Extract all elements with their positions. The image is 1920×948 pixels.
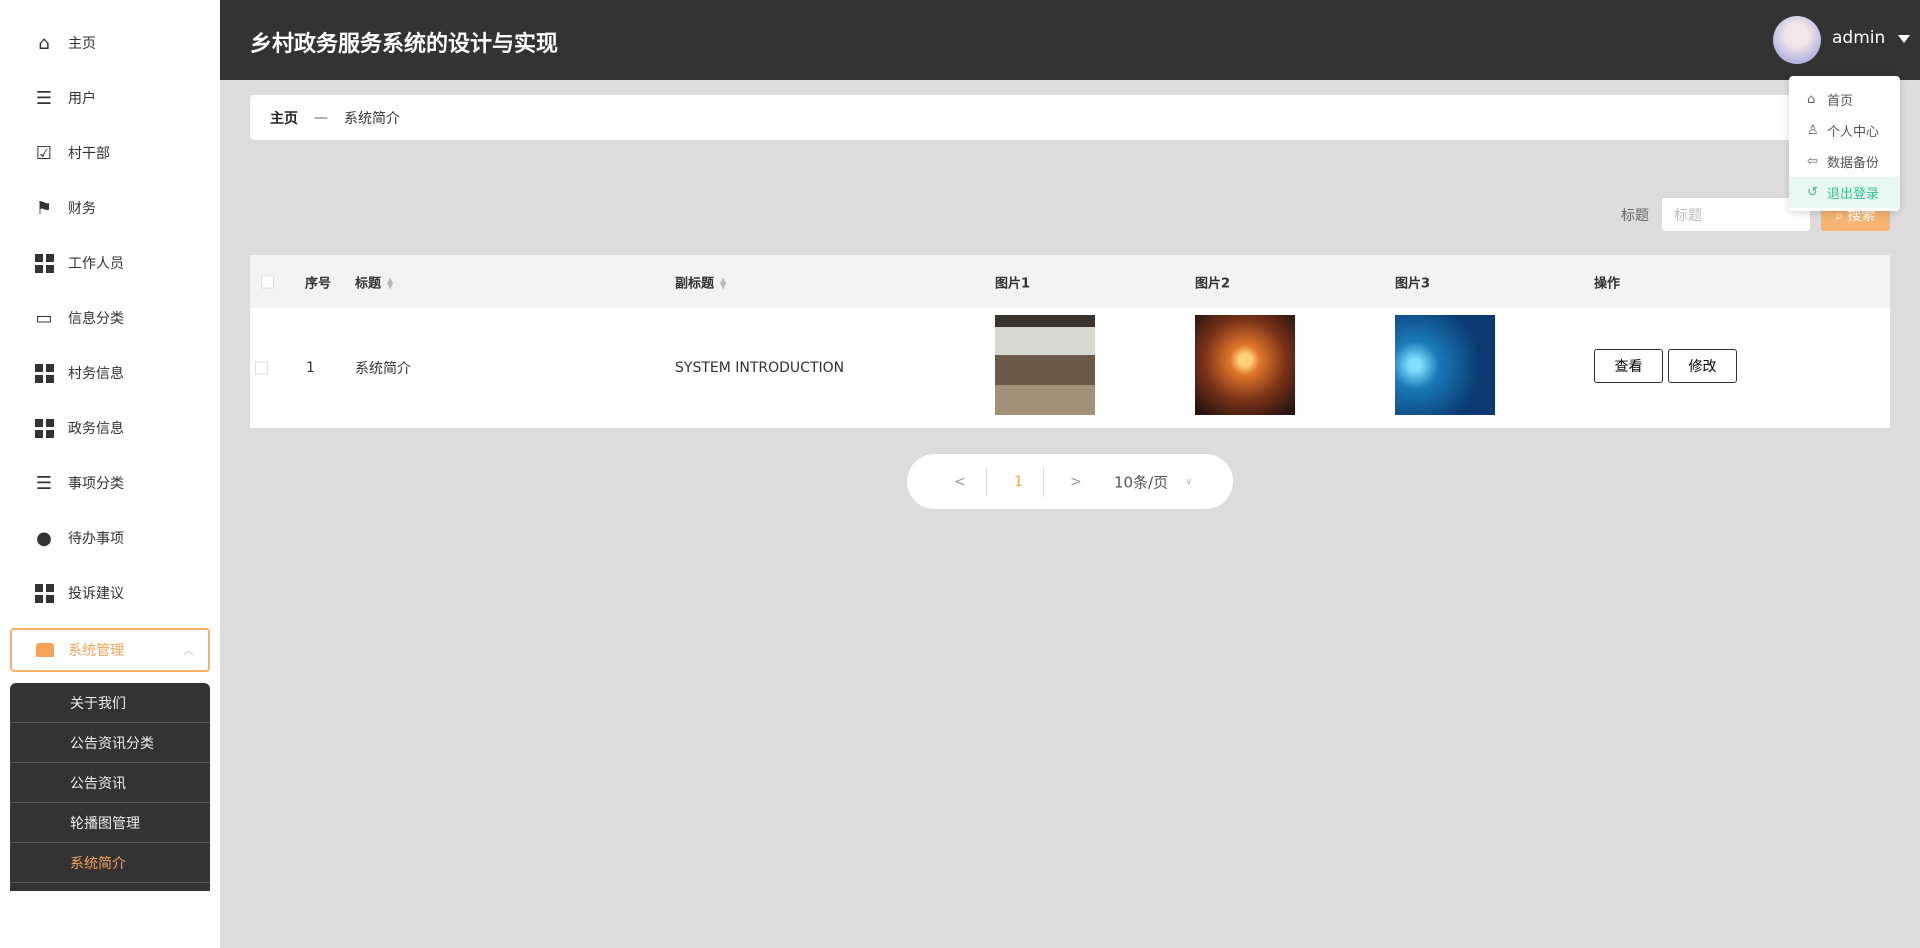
sidebar-item-10[interactable]: 投诉建议	[0, 571, 220, 615]
edit-button[interactable]: 修改	[1668, 349, 1737, 383]
submenu-item-carousel[interactable]: 轮播图管理	[10, 803, 210, 843]
sidebar-item-4[interactable]: 工作人员	[0, 241, 220, 285]
select-all-checkbox[interactable]	[261, 275, 274, 288]
menu-item-logout[interactable]: ↺ 退出登录	[1789, 177, 1900, 208]
grid-icon	[33, 582, 55, 604]
user-icon: ♙	[1807, 123, 1819, 138]
breadcrumb-separator: —	[314, 109, 328, 126]
header-image2: 图片2	[1195, 276, 1231, 291]
sidebar-item-6[interactable]: 村务信息	[0, 351, 220, 395]
row-checkbox[interactable]	[255, 361, 268, 375]
user-dropdown-menu: ⌂ 首页 ♙ 个人中心 ⇦ 数据备份 ↺ 退出登录	[1789, 76, 1900, 211]
menu-item-label: 退出登录	[1827, 187, 1880, 202]
avatar[interactable]	[1773, 16, 1821, 64]
page-size-select[interactable]: 10条/页	[1114, 471, 1168, 492]
header-image1: 图片1	[995, 276, 1031, 291]
sidebar-item-label: 政务信息	[68, 421, 124, 437]
grid-icon	[33, 252, 55, 274]
flag-icon: ⚑	[35, 197, 53, 219]
chevron-up-icon: ︿	[183, 644, 194, 657]
home-icon: ⌂	[1807, 92, 1816, 107]
sidebar-item-label: 村务信息	[68, 366, 124, 382]
sidebar: ⌂ 主页 ☰ 用户 ☑ 村干部 ⚑ 财务工作人员 ▭ 信息分类村务信息政务信息 ☰ 事项分类 ● 待办事项…	[0, 0, 220, 948]
image3-thumbnail[interactable]	[1395, 315, 1495, 415]
menu-item-home[interactable]: ⌂ 首页	[1789, 84, 1900, 115]
view-button[interactable]: 查看	[1594, 349, 1663, 383]
sidebar-item-label: 工作人员	[68, 256, 124, 272]
prev-page-button[interactable]: <	[954, 474, 966, 490]
image1-thumbnail[interactable]	[995, 315, 1095, 415]
submenu-item-news[interactable]: 公告资讯	[10, 763, 210, 803]
sidebar-item-1[interactable]: ☰ 用户	[0, 76, 220, 120]
header-subtitle[interactable]: 副标题 ▲ ▼	[675, 272, 726, 291]
sidebar-item-label: 投诉建议	[68, 586, 124, 602]
breadcrumb-home[interactable]: 主页	[270, 108, 298, 128]
menu-item-label: 数据备份	[1827, 156, 1880, 171]
search-label: 标题	[1621, 208, 1649, 224]
chevron-down-icon[interactable]: ∨	[1185, 476, 1192, 487]
header-image3: 图片3	[1395, 276, 1431, 291]
menu-item-profile[interactable]: ♙ 个人中心	[1789, 115, 1900, 146]
submenu-item-about[interactable]: 关于我们	[10, 683, 210, 723]
username[interactable]: admin	[1832, 28, 1885, 48]
sort-icon[interactable]: ▲ ▼	[387, 276, 393, 290]
cell-subtitle: SYSTEM INTRODUCTION	[675, 360, 845, 376]
submenu-item-system-intro[interactable]: 系统简介	[10, 843, 210, 883]
grid-icon	[33, 362, 55, 384]
header-index: 序号	[305, 276, 332, 291]
data-table: 序号 标题 ▲ ▼ 副标题 ▲ ▼ 图片1 图片2 图片3 操作 1 系统简介 SYST…	[250, 255, 1890, 428]
arrow-left-icon: ⇦	[1807, 154, 1818, 169]
image2-thumbnail[interactable]	[1195, 315, 1295, 415]
home-icon: ⌂	[38, 32, 50, 54]
sidebar-item-0[interactable]: ⌂ 主页	[0, 21, 220, 65]
sidebar-item-label: 系统管理	[68, 643, 124, 659]
sidebar-item-label: 用户	[68, 91, 96, 107]
submenu: 关于我们 公告资讯分类 公告资讯 轮播图管理 系统简介	[10, 683, 210, 891]
person-icon: ●	[36, 527, 52, 549]
caret-down-icon[interactable]	[1898, 35, 1910, 43]
sidebar-item-7[interactable]: 政务信息	[0, 406, 220, 450]
breadcrumb-current: 系统简介	[344, 110, 400, 127]
monitor-icon: ▭	[35, 307, 53, 329]
logout-icon: ↺	[1807, 185, 1818, 200]
sidebar-item-label: 待办事项	[68, 531, 124, 547]
sort-icon[interactable]: ▲ ▼	[720, 276, 726, 290]
sidebar-item-label: 事项分类	[68, 476, 124, 492]
table-header: 序号 标题 ▲ ▼ 副标题 ▲ ▼ 图片1 图片2 图片3 操作	[250, 255, 1890, 308]
search-input[interactable]	[1662, 198, 1810, 231]
list-icon: ☰	[35, 472, 53, 494]
next-page-button[interactable]: >	[1070, 474, 1082, 490]
header-subtitle-label: 副标题	[675, 276, 715, 291]
divider	[986, 466, 987, 497]
sidebar-item-system-management[interactable]: 系统管理 ︿	[10, 628, 210, 672]
divider	[1043, 466, 1044, 497]
sidebar-item-label: 村干部	[68, 146, 110, 162]
header-actions: 操作	[1594, 276, 1621, 291]
store-icon	[36, 643, 54, 657]
list-icon: ☰	[35, 87, 53, 109]
breadcrumb: 主页 — 系统简介	[250, 95, 1900, 140]
sidebar-item-label: 主页	[68, 36, 96, 52]
sidebar-item-3[interactable]: ⚑ 财务	[0, 186, 220, 230]
top-header: 乡村政务服务系统的设计与实现 admin	[220, 0, 1920, 80]
header-title[interactable]: 标题 ▲ ▼	[355, 272, 393, 291]
sidebar-item-2[interactable]: ☑ 村干部	[0, 131, 220, 175]
sidebar-item-9[interactable]: ● 待办事项	[0, 516, 220, 560]
app-title: 乡村政务服务系统的设计与实现	[250, 32, 559, 57]
menu-item-backup[interactable]: ⇦ 数据备份	[1789, 146, 1900, 177]
cell-title: 系统简介	[355, 361, 411, 377]
sidebar-item-label: 财务	[68, 201, 96, 217]
menu-item-label: 个人中心	[1827, 125, 1880, 140]
menu-item-label: 首页	[1827, 94, 1854, 109]
page-1-button[interactable]: 1	[1014, 474, 1023, 490]
sidebar-item-5[interactable]: ▭ 信息分类	[0, 296, 220, 340]
grid-icon	[33, 417, 55, 439]
pagination: < 1 > 10条/页 ∨	[907, 454, 1233, 509]
cell-index: 1	[306, 360, 315, 376]
sidebar-item-label: 信息分类	[68, 311, 124, 327]
submenu-item-news-category[interactable]: 公告资讯分类	[10, 723, 210, 763]
clipboard-check-icon: ☑	[35, 142, 53, 164]
sidebar-item-8[interactable]: ☰ 事项分类	[0, 461, 220, 505]
header-title-label: 标题	[355, 276, 382, 291]
